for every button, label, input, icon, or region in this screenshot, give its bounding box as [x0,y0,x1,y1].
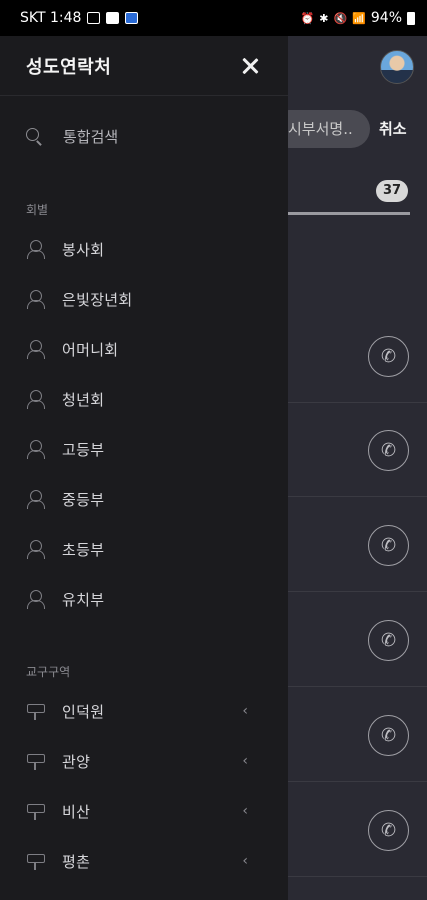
drawer-item-group[interactable]: 중등부 [0,474,288,524]
tab-indicator [280,212,410,215]
status-time: SKT 1:48 [20,10,82,26]
close-icon[interactable] [238,54,262,78]
drawer-item-label: 은빛장년회 [62,290,133,309]
drawer-item-district[interactable]: 관양 ‹ [0,736,288,786]
mute-icon: 🔇 [333,11,348,25]
person-icon [26,490,45,509]
row-divider [288,686,427,687]
phone-icon[interactable]: ✆ [368,525,409,566]
signpost-icon [26,852,45,870]
unified-search-item[interactable]: 통합검색 [0,96,288,176]
drawer-item-label: 유치부 [62,590,105,609]
app-notification-icon [106,12,120,24]
person-icon [26,390,45,409]
drawer-item-label: 평촌 [62,852,91,871]
drawer-item-label: 청년회 [62,390,105,409]
drawer-item-label: 초등부 [62,540,105,559]
drawer-item-group[interactable]: 봉사회 [0,224,288,274]
person-icon [26,590,45,609]
search-icon [26,127,43,145]
person-icon [26,340,45,359]
row-divider [288,591,427,592]
navigation-drawer: 성도연락처 통합검색 회별 봉사회 은빛장년회 어머니회 청년회 고등부 중등부… [0,36,288,900]
alarm-icon: ⏰ [300,11,315,25]
unified-search-label: 통합검색 [63,127,119,146]
phone-icon[interactable]: ✆ [368,810,409,851]
drawer-item-group[interactable]: 어머니회 [0,324,288,374]
section-header-groups: 회별 [26,203,49,217]
drawer-item-district[interactable]: 평촌 ‹ [0,836,288,886]
signpost-icon [26,752,45,770]
chevron-left-icon[interactable]: ‹ [242,753,262,769]
row-divider [288,876,427,877]
section-header-districts: 교구구역 [26,665,71,679]
phone-icon[interactable]: ✆ [368,620,409,661]
signpost-icon [26,702,45,720]
drawer-item-label: 고등부 [62,440,105,459]
drawer-header: 성도연락처 [0,36,288,96]
drawer-item-label: 봉사회 [62,240,105,259]
drawer-item-group[interactable]: 은빛장년회 [0,274,288,324]
profile-avatar[interactable] [380,50,414,84]
bluetooth-icon: ✱ [319,11,329,25]
signpost-icon [26,802,45,820]
chevron-left-icon[interactable]: ‹ [242,853,262,869]
chevron-left-icon[interactable]: ‹ [242,703,262,719]
drawer-item-group[interactable]: 청년회 [0,374,288,424]
count-badge: 37 [376,180,408,202]
person-icon [26,440,45,459]
battery-percent: 94% [370,10,402,26]
drawer-item-label: 비산 [62,802,91,821]
phone-icon[interactable]: ✆ [368,430,409,471]
drawer-item-label: 관양 [62,752,91,771]
battery-icon [407,11,415,25]
drawer-item-group[interactable]: 유치부 [0,574,288,624]
status-bar: SKT 1:48 ⏰ ✱ 🔇 📶 94% [0,0,427,36]
person-icon [26,240,45,259]
wifi-icon: 📶 [352,11,366,25]
drawer-item-district[interactable]: 비산 ‹ [0,786,288,836]
chevron-left-icon[interactable]: ‹ [242,803,262,819]
drawer-item-group[interactable]: 초등부 [0,524,288,574]
drawer-item-district[interactable]: 인덕원 ‹ [0,686,288,736]
row-divider [288,402,427,403]
drawer-item-group[interactable]: 고등부 [0,424,288,474]
accessibility-notification-icon [125,12,139,24]
drawer-item-label: 인덕원 [62,702,105,721]
cancel-button[interactable]: 취소 [379,118,407,139]
drawer-item-label: 중등부 [62,490,105,509]
row-divider [288,781,427,782]
row-divider [288,496,427,497]
gallery-notification-icon [87,12,101,24]
drawer-title: 성도연락처 [26,56,112,78]
person-icon [26,540,45,559]
drawer-item-district[interactable]: 부송 ‹ [0,886,288,900]
person-icon [26,290,45,309]
phone-icon[interactable]: ✆ [368,715,409,756]
drawer-item-label: 어머니회 [62,340,119,359]
phone-icon[interactable]: ✆ [368,336,409,377]
